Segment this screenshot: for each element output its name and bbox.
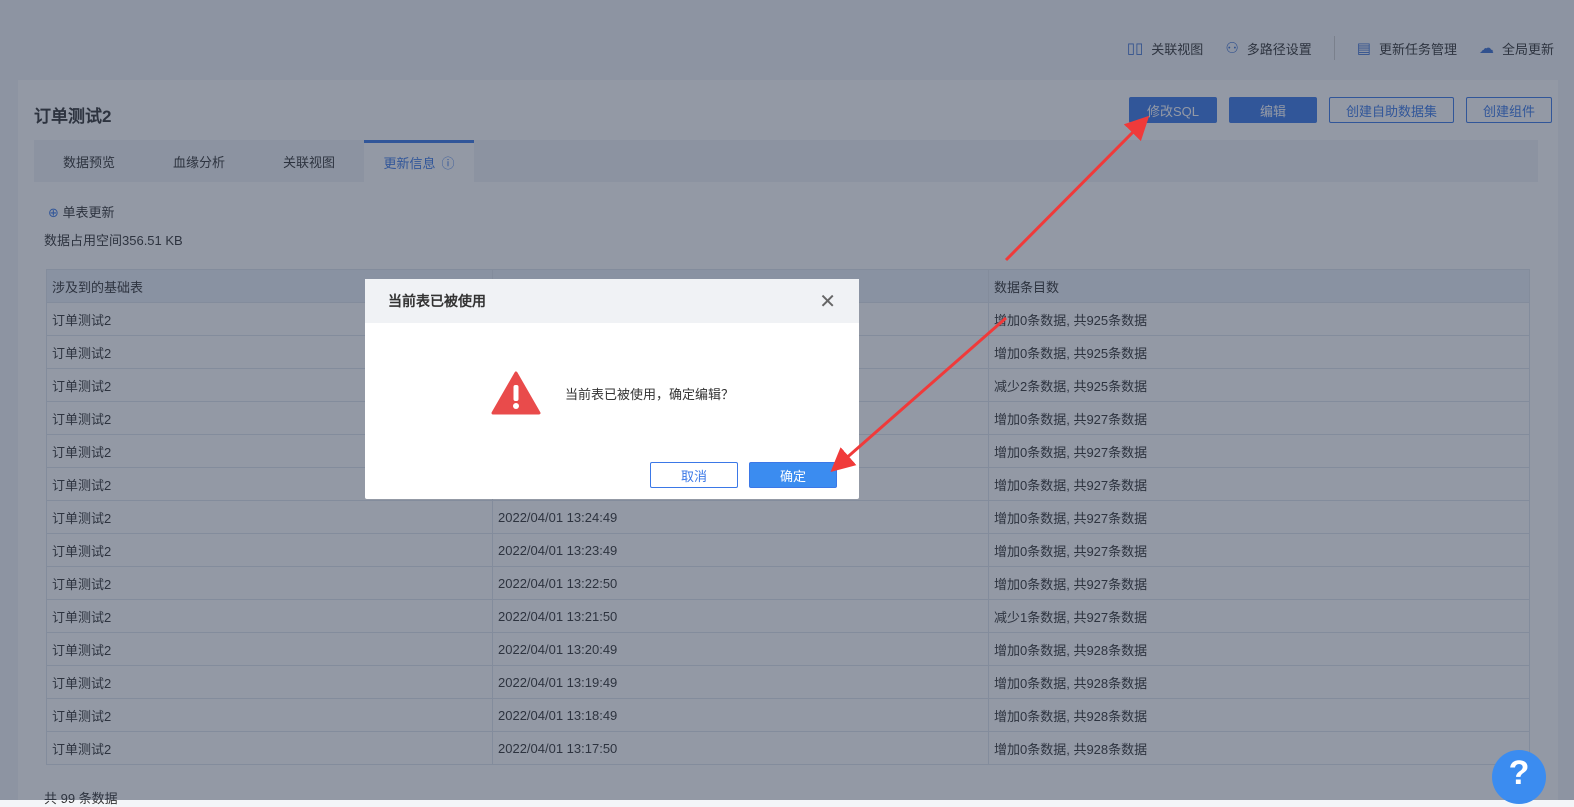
annotation-arrows <box>830 115 1150 472</box>
help-button[interactable]: ? <box>1492 750 1546 804</box>
arrow-to-modify-sql <box>1004 115 1150 262</box>
arrow-to-ok <box>830 316 1007 472</box>
